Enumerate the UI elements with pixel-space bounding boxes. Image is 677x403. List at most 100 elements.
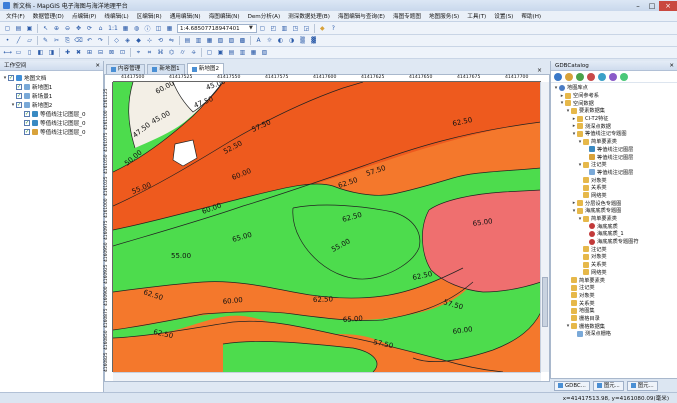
catalog-tree-item[interactable]: 简单要素类 xyxy=(551,276,677,284)
panel-close-icon[interactable]: ✕ xyxy=(669,61,677,70)
an-f-icon[interactable]: ✚ xyxy=(63,48,72,57)
an-j-icon[interactable]: ⊠ xyxy=(107,48,116,57)
vertical-scrollbar[interactable] xyxy=(540,82,549,372)
refresh-icon[interactable]: ⟳ xyxy=(85,24,94,33)
map-canvas[interactable]: 60.00 47.50 45.00 45.00 47.50 50.00 52.50 55.00… xyxy=(113,82,541,372)
catalog-tree-item[interactable]: 对象类 xyxy=(551,176,677,184)
catalog-tree-item[interactable]: ▸ CI-T2特征 xyxy=(551,115,677,123)
workspace-tree-item[interactable]: ✓ 新场景1 xyxy=(0,91,103,100)
menu-item-6[interactable]: 海图编辑(N) xyxy=(205,12,244,20)
edit-d-icon[interactable]: ⌫ xyxy=(74,36,83,45)
layer-checkbox[interactable]: ✓ xyxy=(24,128,30,135)
fill-icon[interactable]: ◑ xyxy=(287,36,296,45)
catalog-tool-icon[interactable] xyxy=(587,72,595,81)
label-icon[interactable]: A xyxy=(254,36,263,45)
an-t-icon[interactable]: ▤ xyxy=(227,48,236,57)
layer-icon[interactable]: ◫ xyxy=(154,24,163,33)
an-k-icon[interactable]: ⊡ xyxy=(118,48,127,57)
layer-checkbox[interactable]: ✓ xyxy=(16,101,22,108)
catalog-tree-item[interactable]: 等值线注记图层 xyxy=(551,153,677,161)
full-extent-icon[interactable]: ⌂ xyxy=(96,24,105,33)
attr-e-icon[interactable]: ▨ xyxy=(227,36,236,45)
catalog-tool-icon[interactable] xyxy=(609,72,617,81)
an-u-icon[interactable]: ▥ xyxy=(238,48,247,57)
catalog-tree-item[interactable]: 注记类 xyxy=(551,245,677,253)
line-tool-icon[interactable]: ╱ xyxy=(14,36,23,45)
minimize-button[interactable]: – xyxy=(631,1,645,11)
save-icon[interactable]: ▣ xyxy=(25,24,34,33)
edit-e-icon[interactable]: ↶ xyxy=(85,36,94,45)
color-icon[interactable]: ◆ xyxy=(318,24,327,33)
menu-item-12[interactable]: 工具(T) xyxy=(463,12,490,20)
catalog-tree-item[interactable]: 网络类 xyxy=(551,192,677,200)
an-v-icon[interactable]: ▦ xyxy=(249,48,258,57)
an-w-icon[interactable]: ▧ xyxy=(260,48,269,57)
catalog-tool-icon[interactable] xyxy=(598,72,606,81)
tool-e-icon[interactable]: ◲ xyxy=(302,24,311,33)
attr-f-icon[interactable]: ▩ xyxy=(238,36,247,45)
pattern-icon[interactable]: ▒ xyxy=(298,36,307,45)
measure-icon[interactable]: ▦ xyxy=(121,24,130,33)
catalog-tree-item[interactable]: 栅格目录 xyxy=(551,315,677,323)
catalog-tree-item[interactable]: 对象类 xyxy=(551,292,677,300)
catalog-tree-item[interactable]: 海底底质 xyxy=(551,222,677,230)
an-c-icon[interactable]: ▯ xyxy=(25,48,34,57)
edit-f-icon[interactable]: ↷ xyxy=(96,36,105,45)
workspace-tree-item[interactable]: ✓ 等值线注记图层_0 xyxy=(0,127,103,136)
menu-item-13[interactable]: 设置(S) xyxy=(490,12,517,20)
an-g-icon[interactable]: ✖ xyxy=(74,48,83,57)
scale-combobox[interactable]: 1:4.68507718947401 xyxy=(177,23,257,33)
catalog-tree-item[interactable]: 等值线注记图层 xyxy=(551,169,677,177)
attr-b-icon[interactable]: ▥ xyxy=(194,36,203,45)
open-icon[interactable]: ▤ xyxy=(14,24,23,33)
query-icon[interactable]: ◍ xyxy=(132,24,141,33)
layer-checkbox[interactable]: ✓ xyxy=(24,110,30,117)
horizontal-scrollbar[interactable] xyxy=(113,372,541,381)
tab-document-2[interactable]: 新地图2 xyxy=(186,63,225,74)
catalog-tool-icon[interactable] xyxy=(620,72,628,81)
an-d-icon[interactable]: ◧ xyxy=(36,48,45,57)
catalog-tree-item[interactable]: 海底底质专题图符 xyxy=(551,238,677,246)
catalog-tree-item[interactable]: 对象类 xyxy=(551,253,677,261)
catalog-tree-item[interactable]: ▾ 空间数据 xyxy=(551,99,677,107)
tool-d-icon[interactable]: ◳ xyxy=(291,24,300,33)
an-p-icon[interactable]: ⌭ xyxy=(178,48,187,57)
tool-a-icon[interactable]: ▢ xyxy=(258,24,267,33)
an-m-icon[interactable]: ⌗ xyxy=(145,48,154,57)
catalog-tree-item[interactable]: ▾ 简单要素类 xyxy=(551,215,677,223)
contour-map[interactable]: 60.0047.5045.0045.0047.5050.0052.5055.00… xyxy=(113,82,541,372)
menu-item-1[interactable]: 数据管理(D) xyxy=(29,12,68,20)
edit-a-icon[interactable]: ✎ xyxy=(41,36,50,45)
pan-icon[interactable]: ✥ xyxy=(74,24,83,33)
node-add-icon[interactable]: ◈ xyxy=(123,36,132,45)
catalog-tree-item[interactable]: ▾ 地图库点 xyxy=(551,84,677,92)
catalog-tree-item[interactable]: ▸ 分层设色专题图 xyxy=(551,199,677,207)
close-button[interactable]: × xyxy=(659,0,677,11)
tool-b-icon[interactable]: ◰ xyxy=(269,24,278,33)
panel-close-icon[interactable]: ✕ xyxy=(95,61,103,70)
close-tab-icon[interactable]: × xyxy=(537,67,544,74)
catalog-tree-item[interactable]: 关系类 xyxy=(551,261,677,269)
catalog-tree-item[interactable]: 海底底质_1 xyxy=(551,230,677,238)
menu-item-3[interactable]: 线编辑(L) xyxy=(100,12,132,20)
tab-document-0[interactable]: 内容管理 xyxy=(106,64,146,74)
catalog-tree-item[interactable]: ▾ 海底底质专题图 xyxy=(551,207,677,215)
edit-b-icon[interactable]: ✂ xyxy=(52,36,61,45)
layer-checkbox[interactable]: ✓ xyxy=(8,74,14,81)
layer-checkbox[interactable]: ✓ xyxy=(16,83,22,90)
an-r-icon[interactable]: ▢ xyxy=(205,48,214,57)
an-o-icon[interactable]: ⌬ xyxy=(167,48,176,57)
style-icon[interactable]: ◐ xyxy=(276,36,285,45)
help-icon[interactable]: ? xyxy=(329,24,338,33)
snap-icon[interactable]: ⊹ xyxy=(145,36,154,45)
catalog-tree-item[interactable]: 关系类 xyxy=(551,184,677,192)
catalog-tree-item[interactable]: ▸ 测深点数据 xyxy=(551,122,677,130)
workspace-tree-item[interactable]: ✓ 等值线注记图层_0 xyxy=(0,118,103,127)
menu-item-14[interactable]: 帮助(H) xyxy=(517,12,545,20)
new-icon[interactable]: ▢ xyxy=(3,24,12,33)
workspace-tree-item[interactable]: ✓ 新地图1 xyxy=(0,82,103,91)
point-tool-icon[interactable]: • xyxy=(3,36,12,45)
menu-item-4[interactable]: 区编辑(R) xyxy=(133,12,166,20)
menu-item-8[interactable]: 测深数据处理(B) xyxy=(284,12,334,20)
scrollbar-thumb[interactable] xyxy=(542,277,548,327)
